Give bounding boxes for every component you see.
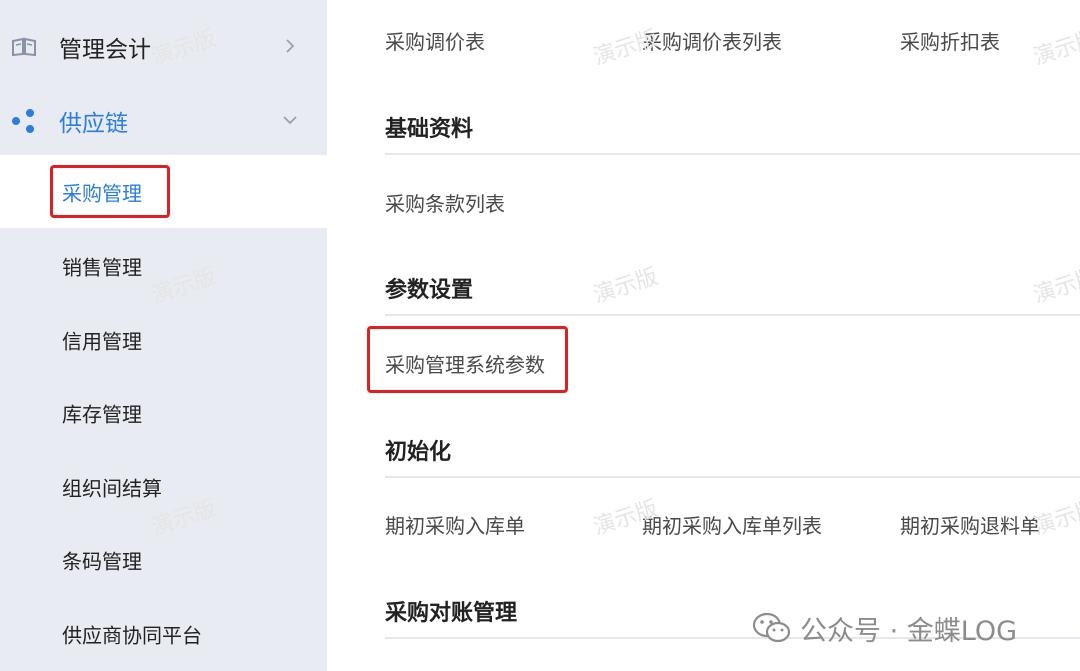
main-content: 采购调价表 采购调价表列表 采购折扣表 基础资料 采购条款列表 参数设置 采购管… bbox=[327, 0, 1080, 671]
link-purchase-price-adjustment[interactable]: 采购调价表 bbox=[385, 26, 485, 55]
link-initial-purchase-return[interactable]: 期初采购退料单 bbox=[900, 510, 1040, 539]
chevron-down-icon bbox=[283, 116, 297, 125]
sidebar-item-inventory-management[interactable]: 库存管理 bbox=[0, 376, 327, 449]
nodes-icon bbox=[12, 109, 34, 133]
section-title-purchase-reconciliation: 采购对账管理 bbox=[385, 601, 518, 626]
section-title-basic-data: 基础资料 bbox=[385, 117, 474, 142]
divider bbox=[385, 476, 1080, 478]
book-icon bbox=[12, 37, 36, 57]
wechat-official-account-label: 公众号 · 金蝶LOG bbox=[752, 610, 1018, 647]
wechat-label-text: 公众号 · 金蝶LOG bbox=[800, 615, 1018, 647]
sidebar-item-barcode-management[interactable]: 条码管理 bbox=[0, 523, 327, 596]
sidebar-group-management-accounting[interactable]: 管理会计 bbox=[0, 12, 327, 82]
sidebar-item-inter-org-settlement[interactable]: 组织间结算 bbox=[0, 450, 327, 523]
sidebar-item-label: 信用管理 bbox=[62, 329, 142, 353]
divider bbox=[385, 314, 1080, 316]
link-purchase-price-adjustment-list[interactable]: 采购调价表列表 bbox=[642, 26, 782, 55]
highlight-box bbox=[50, 165, 170, 218]
section-title-parameter-settings: 参数设置 bbox=[385, 278, 474, 303]
sidebar-item-supplier-collaboration[interactable]: 供应商协同平台 bbox=[0, 597, 327, 670]
highlight-box bbox=[367, 326, 568, 393]
sidebar-item-label: 条码管理 bbox=[62, 549, 142, 573]
sidebar-item-label: 供应商协同平台 bbox=[62, 623, 202, 647]
chevron-right-icon bbox=[286, 39, 295, 53]
watermark: 演示版 bbox=[1030, 264, 1080, 309]
sidebar-group-supply-chain[interactable]: 供应链 bbox=[0, 86, 327, 156]
link-purchase-discount[interactable]: 采购折扣表 bbox=[900, 26, 1000, 55]
sidebar: 管理会计 供应链 采购管理 销售管理 信用管理 库存管理 组织间结算 条码管理 … bbox=[0, 0, 327, 671]
divider bbox=[385, 153, 1080, 155]
sidebar-item-label: 库存管理 bbox=[62, 402, 142, 426]
sidebar-item-label: 销售管理 bbox=[62, 255, 142, 279]
wechat-icon bbox=[752, 612, 791, 643]
sidebar-group-label: 管理会计 bbox=[59, 37, 151, 63]
section-title-initialization: 初始化 bbox=[385, 440, 452, 465]
sidebar-group-label: 供应链 bbox=[59, 111, 128, 137]
link-purchase-terms-list[interactable]: 采购条款列表 bbox=[385, 188, 505, 217]
watermark: 演示版 bbox=[590, 264, 662, 309]
link-initial-purchase-receipt-list[interactable]: 期初采购入库单列表 bbox=[642, 510, 822, 539]
sidebar-item-label: 组织间结算 bbox=[62, 476, 162, 500]
link-initial-purchase-receipt[interactable]: 期初采购入库单 bbox=[385, 510, 525, 539]
sidebar-item-sales-management[interactable]: 销售管理 bbox=[0, 229, 327, 302]
sidebar-item-credit-management[interactable]: 信用管理 bbox=[0, 303, 327, 376]
watermark: 演示版 bbox=[1030, 26, 1080, 71]
